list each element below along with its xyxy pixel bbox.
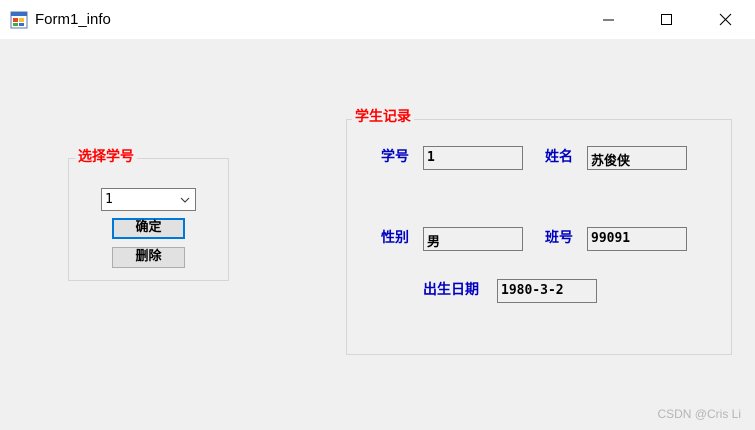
title-bar[interactable]: Form1_info xyxy=(0,0,755,39)
window-title: Form1_info xyxy=(35,11,111,28)
gender-label: 性别 xyxy=(381,230,409,246)
class-no-field[interactable]: 99091 xyxy=(587,227,687,251)
confirm-button[interactable]: 确定 xyxy=(112,218,185,239)
watermark: CSDN @Cris Li xyxy=(657,407,741,421)
name-field[interactable]: 苏俊侠 xyxy=(587,146,687,170)
student-id-label: 学号 xyxy=(381,149,409,165)
student-record-legend: 学生记录 xyxy=(352,109,414,125)
maximize-button[interactable] xyxy=(638,0,696,39)
maximize-icon xyxy=(661,14,672,25)
student-id-value: 1 xyxy=(427,150,435,165)
close-icon xyxy=(719,13,732,26)
combobox-value: 1 xyxy=(105,192,113,207)
student-id-combobox[interactable]: 1 xyxy=(101,188,196,211)
close-button[interactable] xyxy=(697,0,755,39)
birth-date-field[interactable]: 1980-3-2 xyxy=(497,279,597,303)
student-id-field[interactable]: 1 xyxy=(423,146,523,170)
minimize-button[interactable] xyxy=(580,0,638,39)
minimize-icon xyxy=(603,19,614,21)
name-label: 姓名 xyxy=(545,149,573,165)
app-icon[interactable] xyxy=(10,11,28,29)
gender-value: 男 xyxy=(427,235,441,250)
name-value: 苏俊侠 xyxy=(591,154,631,169)
delete-button[interactable]: 删除 xyxy=(112,247,185,268)
select-student-legend: 选择学号 xyxy=(75,149,137,165)
birth-date-value: 1980-3-2 xyxy=(501,283,564,298)
gender-field[interactable]: 男 xyxy=(423,227,523,251)
chevron-down-icon[interactable] xyxy=(180,197,190,203)
birth-date-label: 出生日期 xyxy=(423,282,479,298)
class-no-value: 99091 xyxy=(591,231,631,246)
class-no-label: 班号 xyxy=(545,230,573,246)
